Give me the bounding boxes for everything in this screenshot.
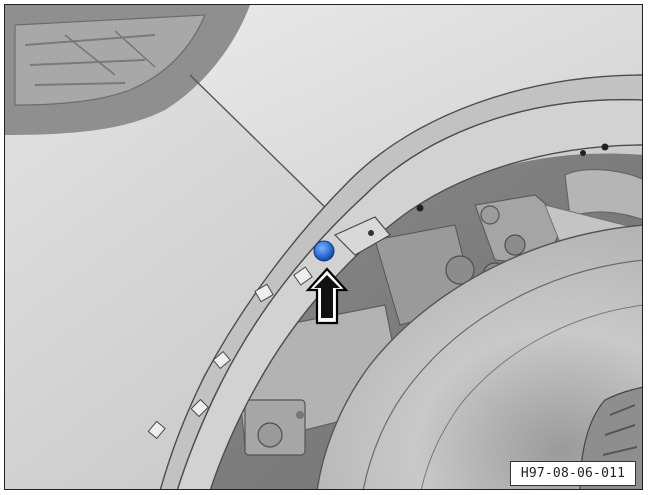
figure-reference-code: H97-08-06-011 (510, 461, 636, 486)
fender-illustration (5, 5, 642, 489)
clip-marker (313, 240, 335, 262)
illustration-frame: H97-08-06-011 (4, 4, 643, 490)
